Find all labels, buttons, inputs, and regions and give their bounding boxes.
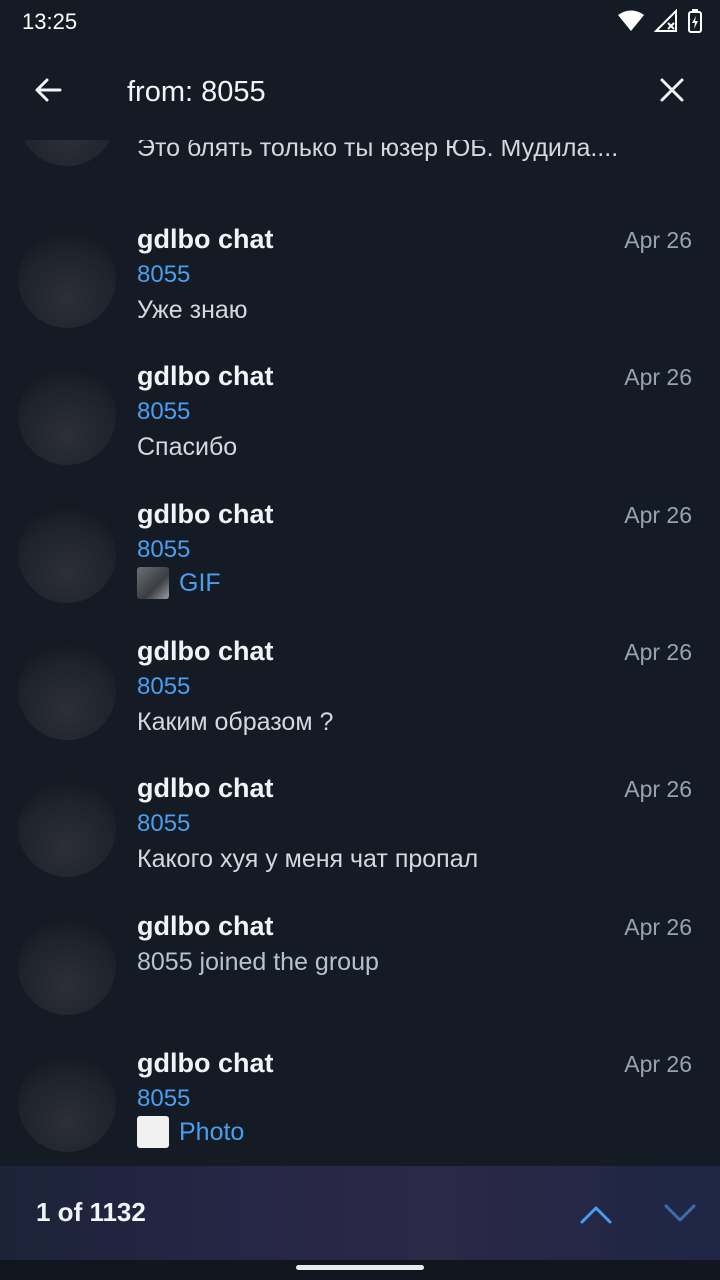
- chat-name: gdlbo chat: [137, 773, 274, 803]
- chat-name: gdlbo chat: [137, 911, 274, 941]
- search-results-list[interactable]: 8055 Это блять только ты юзер ЮБ. Мудила…: [0, 140, 720, 1166]
- chat-name: gdlbo chat: [137, 224, 274, 254]
- chat-name: gdlbo chat: [137, 499, 274, 529]
- list-item[interactable]: 8055 Это блять только ты юзер ЮБ. Мудила…: [0, 140, 720, 183]
- avatar: [18, 230, 116, 328]
- message-preview: Спасибо: [137, 433, 238, 461]
- message-date: Apr 26: [624, 914, 692, 940]
- wifi-icon: [618, 10, 644, 31]
- sender-name: 8055: [137, 810, 191, 837]
- previous-result-button[interactable]: [568, 1186, 624, 1242]
- search-navigation-bar: 1 of 1132: [0, 1166, 720, 1260]
- message-date: Apr 26: [624, 639, 692, 665]
- avatar: [18, 367, 116, 465]
- avatar: [18, 779, 116, 877]
- message-date: Apr 26: [624, 1051, 692, 1077]
- media-label: GIF: [179, 568, 221, 597]
- signal-icon: [654, 9, 677, 32]
- chevron-up-icon: [580, 1206, 612, 1224]
- back-button[interactable]: [20, 62, 76, 118]
- list-item[interactable]: gdlbo chat Apr 26 8055 Каким образом ?: [0, 620, 720, 757]
- media-preview: GIF: [137, 567, 221, 599]
- media-label: Photo: [179, 1117, 245, 1146]
- close-icon: [660, 78, 684, 102]
- avatar: [18, 1054, 116, 1152]
- status-bar: 13:25: [0, 0, 720, 44]
- home-gesture-handle[interactable]: [296, 1265, 424, 1270]
- list-item[interactable]: gdlbo chat Apr 26 8055 GIF: [0, 483, 720, 620]
- status-time: 13:25: [22, 9, 78, 34]
- sender-name: 8055: [137, 398, 191, 425]
- sender-name: 8055: [137, 261, 191, 288]
- chevron-down-icon: [664, 1204, 696, 1222]
- battery-icon: [688, 9, 702, 33]
- list-item[interactable]: gdlbo chat Apr 26 8055 Спасибо: [0, 345, 720, 482]
- message-date: Apr 26: [624, 364, 692, 390]
- service-message: 8055 joined the group: [137, 948, 379, 976]
- search-input[interactable]: [127, 72, 607, 112]
- message-preview: Какого хуя у меня чат пропал: [137, 845, 479, 873]
- gif-thumbnail: [137, 567, 169, 599]
- gesture-navigation-area: [0, 1260, 720, 1280]
- message-preview: Уже знаю: [137, 296, 248, 324]
- list-item[interactable]: gdlbo chat Apr 26 8055 Photo: [0, 1032, 720, 1166]
- avatar: [18, 505, 116, 603]
- sender-name: 8055: [137, 673, 191, 700]
- result-counter: 1 of 1132: [36, 1197, 146, 1227]
- back-arrow-icon: [35, 78, 62, 102]
- avatar: [18, 917, 116, 1015]
- search-toolbar: [0, 44, 720, 140]
- message-date: Apr 26: [624, 227, 692, 253]
- chat-name: gdlbo chat: [137, 636, 274, 666]
- media-preview: Photo: [137, 1116, 244, 1148]
- message-date: Apr 26: [624, 502, 692, 528]
- list-item[interactable]: gdlbo chat Apr 26 8055 Уже знаю: [0, 208, 720, 345]
- chat-name: gdlbo chat: [137, 361, 274, 391]
- message-date: Apr 26: [624, 776, 692, 802]
- status-icons: [618, 8, 702, 34]
- sender-name: 8055: [137, 1085, 191, 1112]
- chat-name: gdlbo chat: [137, 1048, 274, 1078]
- list-item[interactable]: gdlbo chat Apr 26 8055 Какого хуя у меня…: [0, 757, 720, 894]
- photo-thumbnail: [137, 1116, 169, 1148]
- avatar: [18, 642, 116, 740]
- next-result-button[interactable]: [652, 1186, 708, 1242]
- list-item[interactable]: gdlbo chat Apr 26 8055 joined the group: [0, 895, 720, 1032]
- sender-name: 8055: [137, 536, 191, 563]
- avatar: [18, 140, 116, 166]
- message-preview: Это блять только ты юзер ЮБ. Мудила....: [137, 140, 619, 162]
- clear-search-button[interactable]: [644, 62, 700, 118]
- message-preview: Каким образом ?: [137, 708, 334, 736]
